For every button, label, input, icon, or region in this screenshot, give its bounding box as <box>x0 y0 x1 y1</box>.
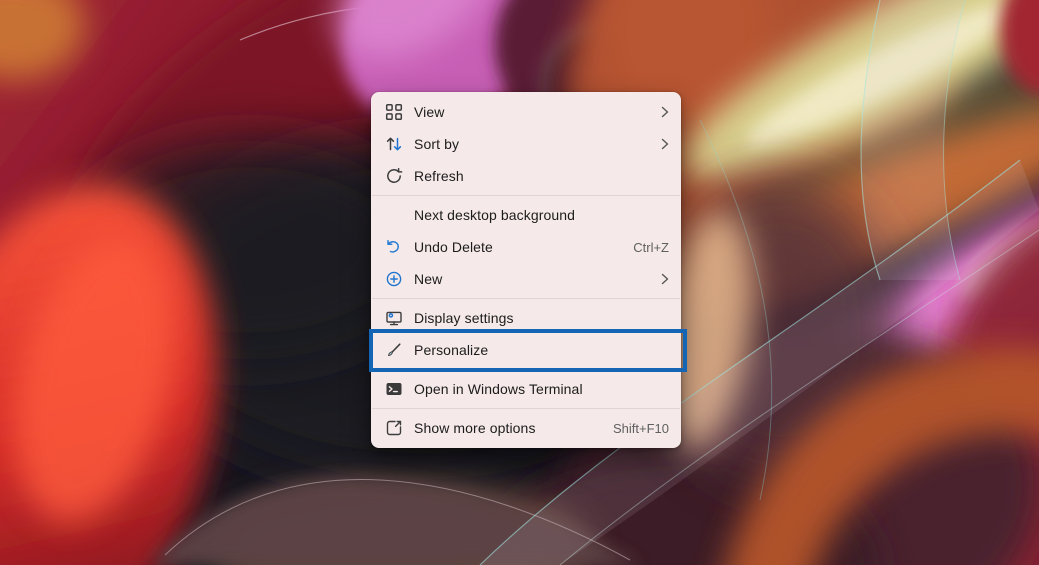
menu-item-shortcut: Ctrl+Z <box>633 239 669 255</box>
menu-separator <box>372 408 680 409</box>
menu-item-label: Undo Delete <box>414 239 493 255</box>
no-icon <box>384 206 403 225</box>
menu-item-label: New <box>414 271 443 287</box>
menu-item-open-in-windows-terminal[interactable]: Open in Windows Terminal <box>371 373 681 405</box>
menu-item-display-settings[interactable]: Display settings <box>371 302 681 334</box>
sort-icon <box>384 135 403 154</box>
undo-icon <box>384 238 403 257</box>
show-more-icon <box>384 419 403 438</box>
menu-item-view[interactable]: View <box>371 96 681 128</box>
menu-item-next-desktop-background[interactable]: Next desktop background <box>371 199 681 231</box>
view-grid-icon <box>384 103 403 122</box>
display-settings-icon <box>384 309 403 328</box>
menu-separator <box>372 369 680 370</box>
menu-item-sort-by[interactable]: Sort by <box>371 128 681 160</box>
menu-item-shortcut: Shift+F10 <box>612 420 669 436</box>
menu-item-label: Sort by <box>414 136 460 152</box>
menu-separator <box>372 195 680 196</box>
menu-item-label: View <box>414 104 445 120</box>
terminal-icon <box>384 380 403 399</box>
menu-item-label: Personalize <box>414 342 489 358</box>
desktop: View Sort by Refresh Next desktop backgr… <box>0 0 1039 565</box>
menu-item-refresh[interactable]: Refresh <box>371 160 681 192</box>
chevron-right-icon <box>659 106 669 118</box>
menu-item-new[interactable]: New <box>371 263 681 295</box>
menu-item-label: Open in Windows Terminal <box>414 381 583 397</box>
menu-item-label: Refresh <box>414 168 464 184</box>
menu-item-undo-delete[interactable]: Undo Delete Ctrl+Z <box>371 231 681 263</box>
chevron-right-icon <box>659 138 669 150</box>
refresh-icon <box>384 167 403 186</box>
new-plus-icon <box>384 270 403 289</box>
menu-item-show-more-options[interactable]: Show more options Shift+F10 <box>371 412 681 444</box>
personalize-brush-icon <box>384 341 403 360</box>
chevron-right-icon <box>659 273 669 285</box>
desktop-context-menu: View Sort by Refresh Next desktop backgr… <box>369 92 687 448</box>
menu-item-personalize[interactable]: Personalize <box>369 329 687 372</box>
menu-item-label: Display settings <box>414 310 514 326</box>
menu-separator <box>372 298 680 299</box>
menu-item-label: Next desktop background <box>414 207 576 223</box>
menu-item-label: Show more options <box>414 420 536 436</box>
